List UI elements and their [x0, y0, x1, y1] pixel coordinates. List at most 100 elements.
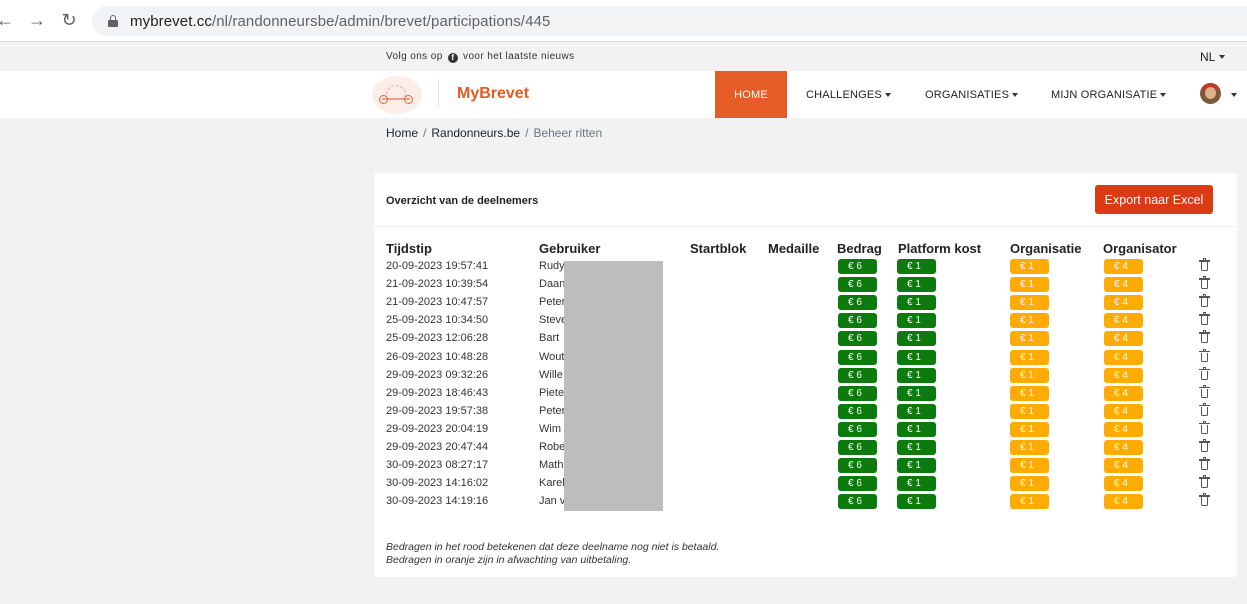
trash-icon[interactable] — [1199, 312, 1210, 326]
address-bar[interactable]: mybrevet.cc/nl/randonneursbe/admin/breve… — [92, 6, 1247, 36]
trash-icon[interactable] — [1199, 475, 1210, 489]
language-selector[interactable]: NL — [1200, 50, 1226, 64]
badge-platform-kost: € 1 — [897, 440, 936, 455]
chevron-down-icon — [884, 92, 891, 97]
trash-icon[interactable] — [1199, 493, 1210, 507]
brand-name[interactable]: MyBrevet — [457, 85, 529, 103]
table-row: 20-09-2023 19:57:41 Rudy € 6 € 1 € 1 € 4 — [374, 258, 1237, 276]
badge-platform-kost: € 1 — [897, 458, 936, 474]
col-organisatie: Organisatie — [1010, 241, 1082, 256]
trash-icon[interactable] — [1199, 457, 1210, 471]
cell-gebruiker: Peter — [539, 296, 566, 309]
back-arrow-icon[interactable]: ← — [0, 8, 18, 34]
reload-icon[interactable]: ↻ — [56, 8, 82, 34]
badge-bedrag: € 6 — [838, 259, 877, 274]
table-row: 30-09-2023 14:19:16 Jan v € 6 € 1 € 1 € 4 — [374, 493, 1237, 511]
cell-gebruiker: Wout — [539, 350, 565, 363]
facebook-icon[interactable]: f — [447, 53, 458, 63]
badge-organisator: € 4 — [1104, 349, 1143, 365]
table-row: 30-09-2023 08:27:17 Math € 6 € 1 € 1 € 4 — [374, 457, 1237, 475]
nav-challenges[interactable]: CHALLENGES — [806, 71, 891, 118]
trash-icon[interactable] — [1199, 348, 1210, 362]
badge-bedrag: € 6 — [838, 494, 877, 510]
trash-icon[interactable] — [1199, 366, 1210, 380]
cell-tijdstip: 30-09-2023 08:27:17 — [386, 459, 489, 472]
top-info-bar: Volg ons op f voor het laatste nieuws NL — [0, 43, 1247, 71]
badge-organisatie: € 1 — [1010, 421, 1049, 437]
badge-organisatie: € 1 — [1010, 277, 1049, 293]
badge-organisatie: € 1 — [1010, 440, 1049, 455]
badge-bedrag: € 6 — [838, 349, 877, 365]
table-row: 29-09-2023 20:04:19 Wim € 6 € 1 € 1 € 4 — [374, 420, 1237, 439]
avatar-icon[interactable] — [1200, 83, 1221, 104]
trash-icon[interactable] — [1199, 276, 1210, 290]
badge-platform-kost: € 1 — [897, 367, 936, 383]
table-row: 25-09-2023 10:34:50 Steve € 6 € 1 € 1 € 4 — [374, 312, 1237, 330]
badge-bedrag: € 6 — [838, 440, 877, 455]
export-excel-button[interactable]: Export naar Excel — [1095, 185, 1213, 214]
breadcrumb-club[interactable]: Randonneurs.be — [431, 126, 520, 140]
cell-tijdstip: 21-09-2023 10:47:57 — [386, 296, 489, 309]
badge-organisator: € 4 — [1104, 385, 1143, 401]
nav-organisaties[interactable]: ORGANISATIES — [925, 71, 1019, 118]
trash-icon[interactable] — [1199, 402, 1210, 416]
nav-home[interactable]: HOME — [715, 71, 787, 118]
trash-icon[interactable] — [1199, 384, 1210, 398]
badge-bedrag: € 6 — [838, 458, 877, 474]
cell-tijdstip: 29-09-2023 20:47:44 — [386, 441, 489, 453]
trash-icon[interactable] — [1199, 258, 1210, 271]
redacted-names-block — [564, 261, 663, 511]
col-gebruiker: Gebruiker — [539, 241, 601, 256]
card-header: Overzicht van de deelnemers Export naar … — [374, 173, 1237, 227]
cell-gebruiker: Robe — [539, 441, 566, 453]
forward-arrow-icon[interactable]: → — [24, 8, 50, 34]
col-bedrag: Bedrag — [837, 241, 882, 256]
trash-icon[interactable] — [1199, 294, 1210, 308]
badge-bedrag: € 6 — [838, 385, 877, 401]
badge-platform-kost: € 1 — [897, 421, 936, 437]
badge-organisator: € 4 — [1104, 476, 1143, 492]
col-platform-kost: Platform kost — [898, 241, 982, 256]
cell-gebruiker: Steve — [539, 314, 568, 327]
chevron-down-icon — [1219, 55, 1226, 59]
cell-tijdstip: 21-09-2023 10:39:54 — [386, 278, 489, 291]
badge-platform-kost: € 1 — [897, 476, 936, 492]
logo-icon[interactable] — [372, 76, 422, 114]
trash-icon[interactable] — [1199, 330, 1210, 344]
badge-organisatie: € 1 — [1010, 476, 1049, 492]
badge-platform-kost: € 1 — [897, 277, 936, 293]
badge-organisatie: € 1 — [1010, 367, 1049, 383]
note-pending: Bedragen in oranje zijn in afwachting va… — [386, 554, 632, 566]
badge-platform-kost: € 1 — [897, 313, 936, 329]
cell-tijdstip: 29-09-2023 20:04:19 — [386, 422, 489, 435]
badge-organisatie: € 1 — [1010, 259, 1049, 274]
logo-divider — [438, 79, 439, 109]
browser-toolbar: ← → ↻ mybrevet.cc/nl/randonneursbe/admin… — [0, 0, 1247, 42]
cell-gebruiker: Wille — [539, 368, 563, 381]
col-medaille: Medaille — [768, 241, 820, 256]
note-unpaid: Bedragen in het rood betekenen dat deze … — [386, 541, 720, 553]
badge-platform-kost: € 1 — [897, 385, 936, 401]
trash-icon[interactable] — [1199, 420, 1210, 434]
badge-organisator: € 4 — [1104, 331, 1143, 347]
cell-gebruiker: Wim — [539, 422, 561, 435]
lock-icon — [108, 15, 118, 27]
cell-tijdstip: 30-09-2023 14:19:16 — [386, 495, 489, 508]
cell-tijdstip: 25-09-2023 10:34:50 — [386, 314, 489, 327]
badge-bedrag: € 6 — [838, 277, 877, 293]
cell-gebruiker: Math — [539, 459, 564, 472]
breadcrumb: Home / Randonneurs.be / Beheer ritten — [386, 126, 603, 140]
cell-tijdstip: 25-09-2023 12:06:28 — [386, 332, 489, 345]
badge-organisator: € 4 — [1104, 367, 1143, 383]
badge-bedrag: € 6 — [838, 421, 877, 437]
cell-tijdstip: 29-09-2023 19:57:38 — [386, 404, 489, 417]
chevron-down-icon[interactable] — [1231, 93, 1237, 97]
badge-platform-kost: € 1 — [897, 349, 936, 365]
badge-organisatie: € 1 — [1010, 349, 1049, 365]
trash-icon[interactable] — [1199, 439, 1210, 452]
nav-mijn-organisatie[interactable]: MIJN ORGANISATIE — [1051, 71, 1167, 118]
badge-organisatie: € 1 — [1010, 403, 1049, 419]
cell-tijdstip: 29-09-2023 18:46:43 — [386, 386, 489, 399]
card-title: Overzicht van de deelnemers — [386, 195, 539, 207]
breadcrumb-home[interactable]: Home — [386, 126, 418, 140]
